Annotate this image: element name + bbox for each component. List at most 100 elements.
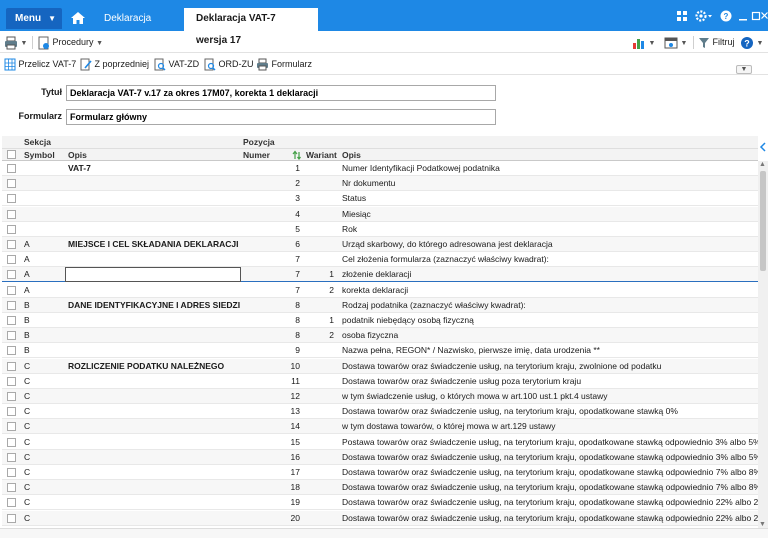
row-checkbox[interactable]	[7, 316, 16, 325]
row-checkbox[interactable]	[7, 164, 16, 173]
column-header-numer[interactable]: Numer	[243, 150, 270, 160]
table-row[interactable]: C 11 Dostawa towarów oraz świadczenie usłu…	[2, 373, 758, 389]
row-checkbox[interactable]	[7, 331, 16, 341]
row-checkbox[interactable]	[7, 452, 16, 462]
ord-zu-button[interactable]: ORD-ZU	[204, 57, 254, 72]
table-row[interactable]: 4 Miesiąc	[2, 206, 758, 222]
table-row[interactable]: C 12 w tym świadczenie usług, o których mo…	[2, 389, 758, 404]
cell-section-description	[68, 374, 240, 389]
row-checkbox[interactable]	[7, 483, 16, 493]
table-row[interactable]: C ROZLICZENIE PODATKU NALEŻNEGO 10 Dostawa …	[2, 358, 758, 374]
row-checkbox[interactable]	[7, 240, 16, 249]
cell-section-description	[68, 207, 240, 222]
tab-deklaracja-vat7-wersja17[interactable]: Deklaracja VAT-7 wersja 17	[184, 8, 318, 46]
chart-view-button[interactable]: ▼	[632, 35, 655, 50]
filtruj-button[interactable]: Filtruj	[698, 35, 735, 50]
table-row[interactable]: VAT-7 1 Numer Identyfikacji Podatkowej pod…	[2, 161, 758, 176]
minimize-icon[interactable]	[738, 8, 748, 24]
settings-gear-icon[interactable]	[694, 8, 714, 24]
cell-section-description	[68, 176, 240, 191]
close-icon[interactable]	[761, 8, 768, 24]
vertical-scrollbar[interactable]: ▲ ▼	[758, 161, 768, 528]
help-button[interactable]: ? ▼	[740, 35, 763, 50]
column-header-symbol[interactable]: Symbol	[24, 150, 55, 160]
chevron-down-icon: ▼	[680, 40, 688, 47]
row-checkbox[interactable]	[7, 376, 16, 386]
print-button[interactable]: ▼	[4, 35, 27, 50]
scroll-down-icon[interactable]: ▼	[759, 521, 766, 528]
scroll-up-icon[interactable]: ▲	[759, 161, 766, 168]
row-checkbox[interactable]	[7, 300, 16, 310]
row-checkbox[interactable]	[7, 361, 16, 371]
table-row[interactable]: B 8 2 osoba fizyczna	[2, 328, 758, 344]
collapse-toggle[interactable]: ▼	[736, 65, 752, 74]
table-row[interactable]: 5 Rok	[2, 221, 758, 237]
cell-symbol	[24, 176, 64, 191]
table-row[interactable]: C 15 Postawa towarów oraz świadczenie usłu…	[2, 434, 758, 450]
menu-button[interactable]: Menu ▼	[6, 8, 62, 29]
formularz-input[interactable]	[66, 109, 496, 125]
tab-deklaracja-vat7[interactable]: Deklaracja VAT-7	[92, 8, 184, 46]
table-row[interactable]: A MIEJSCE I CEL SKŁADANIA DEKLARACJI 6 Urzą…	[2, 237, 758, 252]
column-header-opis-pozycji[interactable]: Opis	[342, 150, 361, 160]
table-row[interactable]: C 18 Dostawa towarów oraz świadczenie usłu…	[2, 480, 758, 496]
help-icon[interactable]: ?	[720, 8, 732, 24]
row-checkbox[interactable]	[7, 498, 16, 508]
cell-symbol: C	[24, 375, 31, 386]
row-checkbox[interactable]	[7, 346, 16, 356]
apps-grid-icon[interactable]	[676, 8, 688, 24]
row-checkbox[interactable]	[7, 392, 16, 401]
scrollbar-thumb[interactable]	[760, 171, 766, 271]
procedury-button[interactable]: Procedury ▼	[38, 35, 103, 50]
maximize-icon[interactable]	[751, 8, 761, 24]
cell-wariant	[304, 207, 336, 222]
column-header-opis[interactable]: Opis	[68, 150, 87, 160]
table-row[interactable]: C 14 w tym dostawa towarów, o której mowa …	[2, 419, 758, 435]
table-row[interactable]: A 7 Cel złożenia formularza (zaznaczyć wła…	[2, 252, 758, 268]
formularz-field-label: Formularz	[18, 111, 62, 121]
przelicz-vat7-button[interactable]: Przelicz VAT-7	[4, 57, 76, 72]
cell-symbol: B	[24, 315, 30, 325]
cell-wariant	[304, 237, 336, 252]
table-row[interactable]: 2 Nr dokumentu	[2, 176, 758, 192]
cell-symbol: C	[24, 512, 31, 523]
table-row[interactable]: C 17 Dostawa towarów oraz świadczenie usłu…	[2, 465, 758, 480]
cell-symbol: A	[24, 239, 30, 249]
select-all-checkbox[interactable]	[7, 150, 16, 159]
row-checkbox[interactable]	[7, 194, 16, 204]
table-row[interactable]: C 13 Dostawa towarów oraz świadczenie usłu…	[2, 404, 758, 420]
vat-zd-button[interactable]: VAT-ZD	[154, 57, 199, 72]
cell-numer: 2	[295, 178, 300, 189]
tytul-input[interactable]	[66, 85, 496, 101]
table-row[interactable]: B 9 Nazwa pełna, REGON* / Nazwisko, pierws…	[2, 343, 758, 359]
row-checkbox[interactable]	[7, 407, 16, 417]
table-row[interactable]: 3 Status	[2, 191, 758, 207]
row-checkbox[interactable]	[7, 209, 16, 219]
row-checkbox[interactable]	[7, 468, 16, 477]
home-button[interactable]	[66, 8, 90, 29]
table-row[interactable]: B DANE IDENTYFIKACYJNE I ADRES SIEDZIBY* 8…	[2, 297, 758, 313]
row-checkbox[interactable]	[7, 285, 16, 295]
row-checkbox[interactable]	[7, 437, 16, 447]
row-checkbox[interactable]	[7, 179, 16, 189]
table-row[interactable]: A 7 2 korekta deklaracji	[2, 282, 758, 298]
z-poprzedniej-button[interactable]: Z poprzedniej	[80, 57, 149, 72]
row-checkbox[interactable]	[7, 513, 16, 523]
row-checkbox[interactable]	[7, 422, 16, 432]
table-row[interactable]: C 20 Dostawa towarów oraz świadczenie usłu…	[2, 510, 758, 526]
cell-numer: 9	[295, 345, 300, 356]
table-row[interactable]: C 19 Dostawa towarów oraz świadczenie usłu…	[2, 495, 758, 511]
cell-numer: 18	[290, 482, 300, 493]
table-row[interactable]: A 7 1 złożenie deklaracji	[2, 267, 758, 283]
cell-wariant	[304, 389, 336, 404]
export-button[interactable]: ▼	[664, 35, 687, 50]
row-checkbox[interactable]	[7, 255, 16, 265]
sort-ascending-icon[interactable]	[292, 150, 302, 160]
row-checkbox[interactable]	[7, 270, 16, 280]
formularz-button[interactable]: Formularz	[256, 57, 312, 72]
table-row[interactable]: B 8 1 podatnik niebędący osobą fizyczną	[2, 313, 758, 328]
table-row[interactable]: C 16 Dostawa towarów oraz świadczenie usłu…	[2, 449, 758, 465]
row-checkbox[interactable]	[7, 224, 16, 234]
column-header-wariant[interactable]: Wariant	[306, 150, 337, 160]
side-panel-toggle[interactable]	[758, 140, 768, 154]
